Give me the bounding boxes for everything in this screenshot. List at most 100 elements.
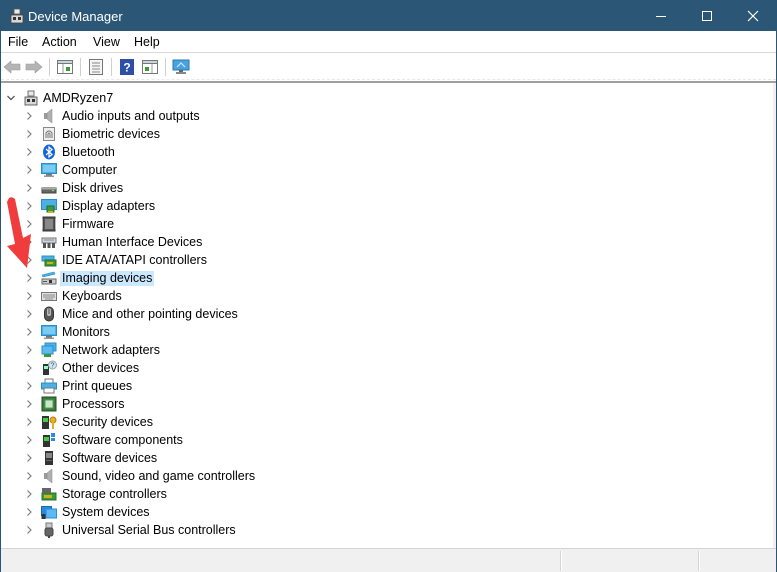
chevron-right-icon[interactable] bbox=[23, 343, 35, 357]
chevron-right-icon[interactable] bbox=[23, 523, 35, 537]
tree-item-label: Security devices bbox=[62, 415, 154, 429]
chevron-right-icon[interactable] bbox=[23, 253, 35, 267]
chevron-right-icon[interactable] bbox=[23, 127, 35, 141]
back-button[interactable] bbox=[2, 57, 22, 77]
arrow-right-icon bbox=[25, 60, 43, 74]
minimize-button[interactable] bbox=[638, 1, 684, 31]
usb-icon bbox=[44, 522, 54, 538]
device-manager-app-icon bbox=[10, 8, 24, 24]
firmware-icon bbox=[42, 216, 56, 232]
chevron-right-icon[interactable] bbox=[23, 199, 35, 213]
tree-item-system-devices[interactable]: System devices bbox=[1, 503, 761, 521]
speaker-icon bbox=[44, 108, 53, 124]
properties-icon bbox=[89, 59, 103, 75]
tree-root-node[interactable]: AMDRyzen7 bbox=[1, 89, 761, 107]
tree-item-processors[interactable]: Processors bbox=[1, 395, 761, 413]
printer-icon bbox=[41, 378, 57, 394]
tree-item-monitors[interactable]: Monitors bbox=[1, 323, 761, 341]
status-bar bbox=[1, 548, 776, 572]
tree-item-security-devices[interactable]: Security devices bbox=[1, 413, 761, 431]
right-edge bbox=[773, 83, 776, 549]
tree-item-ide-ata-atapi-controllers[interactable]: IDE ATA/ATAPI controllers bbox=[1, 251, 761, 269]
tree-item-mice-and-other-pointing-devices[interactable]: Mice and other pointing devices bbox=[1, 305, 761, 323]
tree-item-print-queues[interactable]: Print queues bbox=[1, 377, 761, 395]
close-icon bbox=[747, 10, 759, 22]
chevron-right-icon[interactable] bbox=[23, 469, 35, 483]
chevron-right-icon[interactable] bbox=[23, 145, 35, 159]
tree-item-bluetooth[interactable]: Bluetooth bbox=[1, 143, 761, 161]
tree-item-imaging-devices[interactable]: Imaging devices bbox=[1, 269, 761, 287]
chevron-right-icon[interactable] bbox=[23, 307, 35, 321]
tree-item-software-devices[interactable]: Software devices bbox=[1, 449, 761, 467]
tree-item-disk-drives[interactable]: Disk drives bbox=[1, 179, 761, 197]
tree-item-universal-serial-bus-controllers[interactable]: Universal Serial Bus controllers bbox=[1, 521, 761, 539]
network-adapter-icon bbox=[41, 342, 57, 357]
chevron-right-icon[interactable] bbox=[23, 487, 35, 501]
show-action-pane-button[interactable] bbox=[140, 57, 160, 77]
toolbar-separator bbox=[111, 58, 112, 76]
tree-item-storage-controllers[interactable]: Storage controllers bbox=[1, 485, 761, 503]
chevron-right-icon[interactable] bbox=[23, 415, 35, 429]
disk-drive-icon bbox=[41, 187, 57, 194]
tree-item-label: Audio inputs and outputs bbox=[62, 109, 200, 123]
help-button[interactable]: ? bbox=[117, 57, 137, 77]
svg-text:?: ? bbox=[123, 61, 130, 75]
chevron-right-icon[interactable] bbox=[23, 235, 35, 249]
chevron-right-icon[interactable] bbox=[23, 433, 35, 447]
toolbar-separator bbox=[49, 58, 50, 76]
menu-file[interactable]: File bbox=[8, 35, 28, 49]
tree-item-label: Other devices bbox=[62, 361, 140, 375]
forward-button[interactable] bbox=[24, 57, 44, 77]
chevron-right-icon[interactable] bbox=[23, 289, 35, 303]
chevron-right-icon[interactable] bbox=[23, 109, 35, 123]
chevron-down-icon[interactable] bbox=[5, 91, 17, 105]
tree-item-display-adapters[interactable]: Display adapters bbox=[1, 197, 761, 215]
chevron-right-icon[interactable] bbox=[23, 361, 35, 375]
chevron-right-icon[interactable] bbox=[23, 271, 35, 285]
tree-item-keyboards[interactable]: Keyboards bbox=[1, 287, 761, 305]
help-icon: ? bbox=[120, 59, 134, 75]
security-device-icon bbox=[42, 416, 57, 429]
close-button[interactable] bbox=[730, 1, 776, 31]
chevron-right-icon[interactable] bbox=[23, 379, 35, 393]
processor-icon bbox=[41, 396, 57, 412]
monitor-icon bbox=[41, 325, 57, 339]
chevron-right-icon[interactable] bbox=[23, 451, 35, 465]
status-separator bbox=[698, 551, 700, 571]
tree-item-other-devices[interactable]: ? Other devices bbox=[1, 359, 761, 377]
tree-item-label: Print queues bbox=[62, 379, 133, 393]
system-devices-icon bbox=[41, 506, 57, 519]
show-hide-console-tree-button[interactable] bbox=[55, 57, 75, 77]
chevron-right-icon[interactable] bbox=[23, 397, 35, 411]
maximize-button[interactable] bbox=[684, 1, 730, 31]
menu-action[interactable]: Action bbox=[42, 35, 77, 49]
properties-button[interactable] bbox=[86, 57, 106, 77]
hid-icon bbox=[41, 237, 57, 248]
biometric-icon bbox=[43, 127, 55, 141]
menu-help[interactable]: Help bbox=[134, 35, 160, 49]
menu-view[interactable]: View bbox=[93, 35, 120, 49]
tree-item-firmware[interactable]: Firmware bbox=[1, 215, 761, 233]
chevron-right-icon[interactable] bbox=[23, 181, 35, 195]
chevron-right-icon[interactable] bbox=[23, 163, 35, 177]
tree-item-label: Display adapters bbox=[62, 199, 156, 213]
tree-item-network-adapters[interactable]: Network adapters bbox=[1, 341, 761, 359]
sound-controller-icon bbox=[44, 468, 53, 484]
tree-item-label: Bluetooth bbox=[62, 145, 115, 159]
imaging-device-icon bbox=[41, 271, 57, 285]
tree-item-sound-video-and-game-controllers[interactable]: Sound, video and game controllers bbox=[1, 467, 761, 485]
chevron-right-icon[interactable] bbox=[23, 505, 35, 519]
chevron-right-icon[interactable] bbox=[23, 217, 35, 231]
tree-item-computer[interactable]: Computer bbox=[1, 161, 761, 179]
chevron-right-icon[interactable] bbox=[23, 325, 35, 339]
console-tree-icon bbox=[57, 60, 73, 74]
tree-item-label: Mice and other pointing devices bbox=[62, 307, 238, 321]
tree-item-software-components[interactable]: Software components bbox=[1, 431, 761, 449]
scan-hardware-changes-button[interactable] bbox=[171, 57, 191, 77]
tree-item-human-interface-devices[interactable]: Human Interface Devices bbox=[1, 233, 761, 251]
maximize-icon bbox=[702, 11, 712, 21]
tree-item-biometric-devices[interactable]: Biometric devices bbox=[1, 125, 761, 143]
tree-item-label: Software devices bbox=[62, 451, 158, 465]
tree-item-audio-inputs-and-outputs[interactable]: Audio inputs and outputs bbox=[1, 107, 761, 125]
title-bar[interactable]: Device Manager bbox=[1, 1, 776, 31]
